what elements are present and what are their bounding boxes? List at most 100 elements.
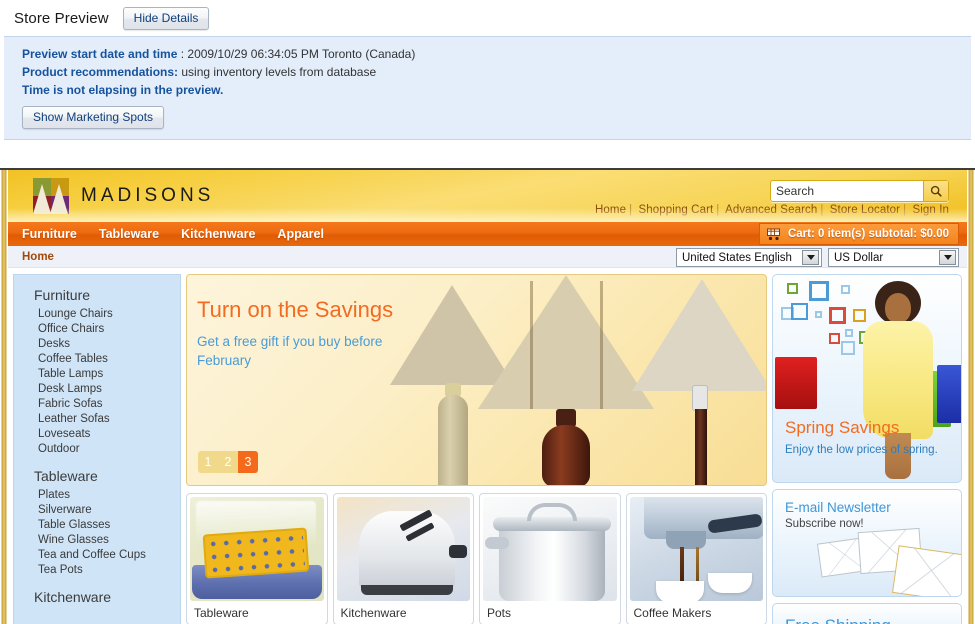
category-tiles: Tableware Kitchenware Pots Coffee Makers [186,493,767,624]
shipping-headline: Free Shipping [785,616,891,624]
tile-caption: Tableware [194,605,249,620]
sidebar-item-tea-and-coffee-cups[interactable]: Tea and Coffee Cups [14,547,180,562]
sidebar-item-office-chairs[interactable]: Office Chairs [14,321,180,336]
sidebar-heading-tableware: Tableware [34,468,98,484]
tile-caption: Kitchenware [340,605,407,620]
preview-start-line: Preview start date and time : 2009/10/29… [22,46,971,63]
sidebar-item-table-glasses[interactable]: Table Glasses [14,517,180,532]
show-marketing-spots-button[interactable]: Show Marketing Spots [22,106,165,129]
sidebar-item-silverware[interactable]: Silverware [14,502,180,517]
preview-recommendations-line: Product recommendations: using inventory… [22,64,971,81]
store-left-edge [0,170,8,624]
newsletter-headline: E-mail Newsletter [785,499,891,515]
util-nav-store-locator[interactable]: Store Locator [830,204,900,216]
sidebar-item-outdoor[interactable]: Outdoor [14,441,180,456]
search-box[interactable] [770,180,949,202]
main-navigation: Furniture Tableware Kitchenware Apparel … [8,222,967,246]
hero-page-1[interactable]: 1 [198,451,218,473]
util-nav-sign-in[interactable]: Sign In [912,204,949,216]
hero-page-3[interactable]: 3 [238,451,258,473]
preview-start-value: : 2009/10/29 06:34:05 PM Toronto (Canada… [180,47,416,61]
sidebar-item-loveseats[interactable]: Loveseats [14,426,180,441]
language-select-value: United States English [682,251,792,264]
preview-time-note: Time is not elapsing in the preview. [22,83,224,97]
coffee-makers-image [629,497,763,601]
chevron-down-icon [939,250,956,265]
lamp-center [478,275,658,485]
locale-selectors: United States English US Dollar [676,248,959,267]
promo-subtext: Enjoy the low prices of spring. [785,443,938,456]
tile-tableware[interactable]: Tableware [186,493,328,624]
preview-start-label: Preview start date and time [22,47,178,61]
tile-kitchenware[interactable]: Kitchenware [332,493,474,624]
sidebar-item-leather-sofas[interactable]: Leather Sofas [14,411,180,426]
currency-select[interactable]: US Dollar [828,248,959,267]
tableware-image [190,497,324,601]
table-lamps-image [370,275,766,485]
store-preview-viewport: MADISONS Home| Shopping Cart| Advanced S… [0,168,975,624]
sidebar-group-tableware: Tableware Plates Silverware Table Glasse… [14,466,180,577]
sidebar-group-furniture: Furniture Lounge Chairs Office Chairs De… [14,285,180,456]
page-content: Furniture Lounge Chairs Office Chairs De… [8,268,967,624]
sidebar-item-wine-glasses[interactable]: Wine Glasses [14,532,180,547]
pots-image [483,497,617,601]
tile-caption: Coffee Makers [633,605,712,620]
nav-item-furniture[interactable]: Furniture [22,227,77,241]
hero-text: Turn on the Savings Get a free gift if y… [197,297,427,370]
breadcrumb-home[interactable]: Home [22,251,54,263]
nav-item-tableware[interactable]: Tableware [99,227,159,241]
tile-pots[interactable]: Pots [479,493,621,624]
page-title: Store Preview [14,9,109,27]
util-nav-shopping-cart[interactable]: Shopping Cart [638,204,713,216]
chevron-down-icon [802,250,819,265]
storefront: MADISONS Home| Shopping Cart| Advanced S… [8,170,967,624]
promo-spring-savings[interactable]: Spring Savings Enjoy the low prices of s… [772,274,962,483]
tile-caption: Pots [487,605,512,620]
tile-coffee-makers[interactable]: Coffee Makers [625,493,767,624]
preview-recommendations-value: using inventory levels from database [181,65,377,79]
brand-logo[interactable]: MADISONS [33,178,214,214]
hero-subhead: Get a free gift if you buy before Februa… [197,334,383,368]
sidebar-item-desk-lamps[interactable]: Desk Lamps [14,381,180,396]
nav-item-apparel[interactable]: Apparel [277,227,324,241]
preview-spacer [0,140,975,168]
store-header: MADISONS Home| Shopping Cart| Advanced S… [8,170,967,222]
sidebar-heading-kitchenware: Kitchenware [34,589,112,605]
cart-button[interactable]: Cart: 0 item(s) subtotal: $0.00 [758,223,959,245]
sidebar-item-lounge-chairs[interactable]: Lounge Chairs [14,306,180,321]
promo-free-shipping[interactable]: Free Shipping [772,602,962,624]
preview-details-panel: Preview start date and time : 2009/10/29… [4,36,971,140]
util-nav-advanced-search[interactable]: Advanced Search [725,204,817,216]
category-sidebar: Furniture Lounge Chairs Office Chairs De… [13,274,181,624]
madisons-logo-icon [33,178,69,214]
sidebar-item-table-lamps[interactable]: Table Lamps [14,366,180,381]
hero-page-2[interactable]: 2 [218,451,238,473]
hide-details-button[interactable]: Hide Details [122,6,210,30]
nav-item-kitchenware[interactable]: Kitchenware [181,227,255,241]
sidebar-item-coffee-tables[interactable]: Coffee Tables [14,351,180,366]
sidebar-item-fabric-sofas[interactable]: Fabric Sofas [14,396,180,411]
sidebar-item-tea-pots[interactable]: Tea Pots [14,562,180,577]
promo-sidebar: Spring Savings Enjoy the low prices of s… [772,274,962,624]
currency-select-value: US Dollar [834,251,884,264]
preview-recommendations-label: Product recommendations: [22,65,179,79]
hero-pagination: 1 2 3 [198,451,258,473]
hero-banner[interactable]: Turn on the Savings Get a free gift if y… [186,274,767,486]
sidebar-item-desks[interactable]: Desks [14,336,180,351]
main-column: Turn on the Savings Get a free gift if y… [186,274,767,624]
store-preview-bar: Store Preview Hide Details Preview start… [0,0,975,168]
kitchenware-image [336,497,470,601]
sidebar-item-plates[interactable]: Plates [14,487,180,502]
util-nav-home[interactable]: Home [595,204,626,216]
search-input[interactable] [771,181,923,201]
promo-email-newsletter[interactable]: E-mail Newsletter Subscribe now! [772,488,962,597]
promo-headline: Spring Savings [785,417,900,437]
cart-icon [766,228,780,241]
preview-title-row: Store Preview Hide Details [0,0,975,36]
brand-name: MADISONS [81,185,215,206]
cart-label: Cart: 0 item(s) subtotal: $0.00 [787,228,949,240]
hero-headline: Turn on the Savings [197,297,394,322]
search-icon[interactable] [923,181,948,201]
sidebar-heading-furniture: Furniture [34,287,91,303]
language-select[interactable]: United States English [676,248,822,267]
